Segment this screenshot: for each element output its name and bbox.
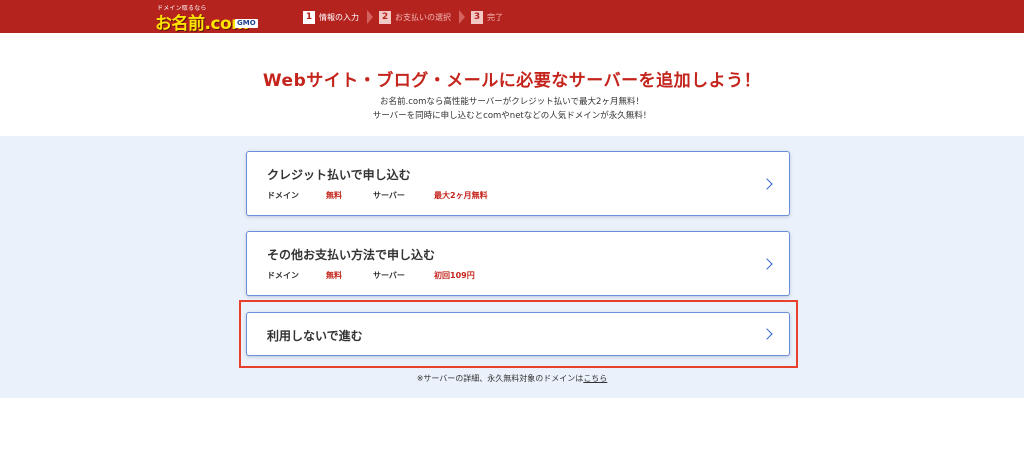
onamae-logo[interactable]: ドメイン取るなら お名前.com GMO xyxy=(155,3,261,34)
domain-label: ドメイン xyxy=(267,271,299,280)
credit-card-option-button[interactable]: クレジット払いで申し込む ドメイン 無料 サーバー 最大2ヶ月無料 xyxy=(246,151,790,216)
server-label: サーバー xyxy=(373,271,405,280)
step-number: 2 xyxy=(379,10,391,24)
step-label: お支払いの選択 xyxy=(395,12,451,22)
subtitle-line-2: サーバーを同時に申し込むとcomやnetなどの人気ドメインが永久無料！ xyxy=(372,111,652,121)
subtitle-line-1: お名前.comなら高性能サーバーがクレジット払いで最大2ヶ月無料！ xyxy=(380,97,644,107)
footnote-text: ※サーバーの詳細、永久無料対象のドメインは xyxy=(416,374,584,383)
chevron-right-icon xyxy=(761,328,773,340)
chevron-right-icon xyxy=(761,257,773,270)
details-link[interactable]: こちら xyxy=(583,374,607,383)
gmo-badge: GMO xyxy=(235,19,258,28)
step-number: 3 xyxy=(471,10,483,24)
domain-price: 無料 xyxy=(326,271,342,280)
progress-steps: 1 情報の入力 2 お支払いの選択 3 完了 xyxy=(303,8,503,26)
server-price: 最大2ヶ月無料 xyxy=(434,191,488,200)
domain-label: ドメイン xyxy=(267,191,299,200)
other-payment-option-button[interactable]: その他お支払い方法で申し込む ドメイン 無料 サーバー 初回109円 xyxy=(246,231,790,296)
domain-price: 無料 xyxy=(326,191,342,200)
step-label: 情報の入力 xyxy=(319,12,359,22)
option-title: 利用しないで進む xyxy=(267,329,363,343)
option-meta: ドメイン 無料 サーバー 初回109円 xyxy=(267,270,475,281)
step-payment: 2 お支払いの選択 xyxy=(379,8,451,26)
step-number: 1 xyxy=(303,10,315,24)
option-meta: ドメイン 無料 サーバー 最大2ヶ月無料 xyxy=(267,190,488,201)
top-header: ドメイン取るなら お名前.com GMO 1 情報の入力 2 お支払いの選択 3… xyxy=(0,0,1024,34)
server-label: サーバー xyxy=(373,191,405,200)
chevron-right-icon xyxy=(459,10,465,24)
chevron-right-icon xyxy=(761,177,773,190)
chevron-right-icon xyxy=(367,10,373,24)
step-label: 完了 xyxy=(487,12,503,22)
option-title: クレジット払いで申し込む xyxy=(267,168,411,182)
option-title: その他お支払い方法で申し込む xyxy=(267,248,436,262)
footnote: ※サーバーの詳細、永久無料対象のドメインはこちら xyxy=(0,373,1024,384)
server-price: 初回109円 xyxy=(434,271,475,280)
step-input: 1 情報の入力 xyxy=(303,8,359,26)
page-title: Webサイト・ブログ・メールに必要なサーバーを追加しよう！ xyxy=(262,71,762,91)
hero-section: Webサイト・ブログ・メールに必要なサーバーを追加しよう！ お名前.comなら高… xyxy=(0,33,1024,136)
skip-server-option-button[interactable]: 利用しないで進む xyxy=(246,312,790,356)
step-complete: 3 完了 xyxy=(471,8,503,26)
